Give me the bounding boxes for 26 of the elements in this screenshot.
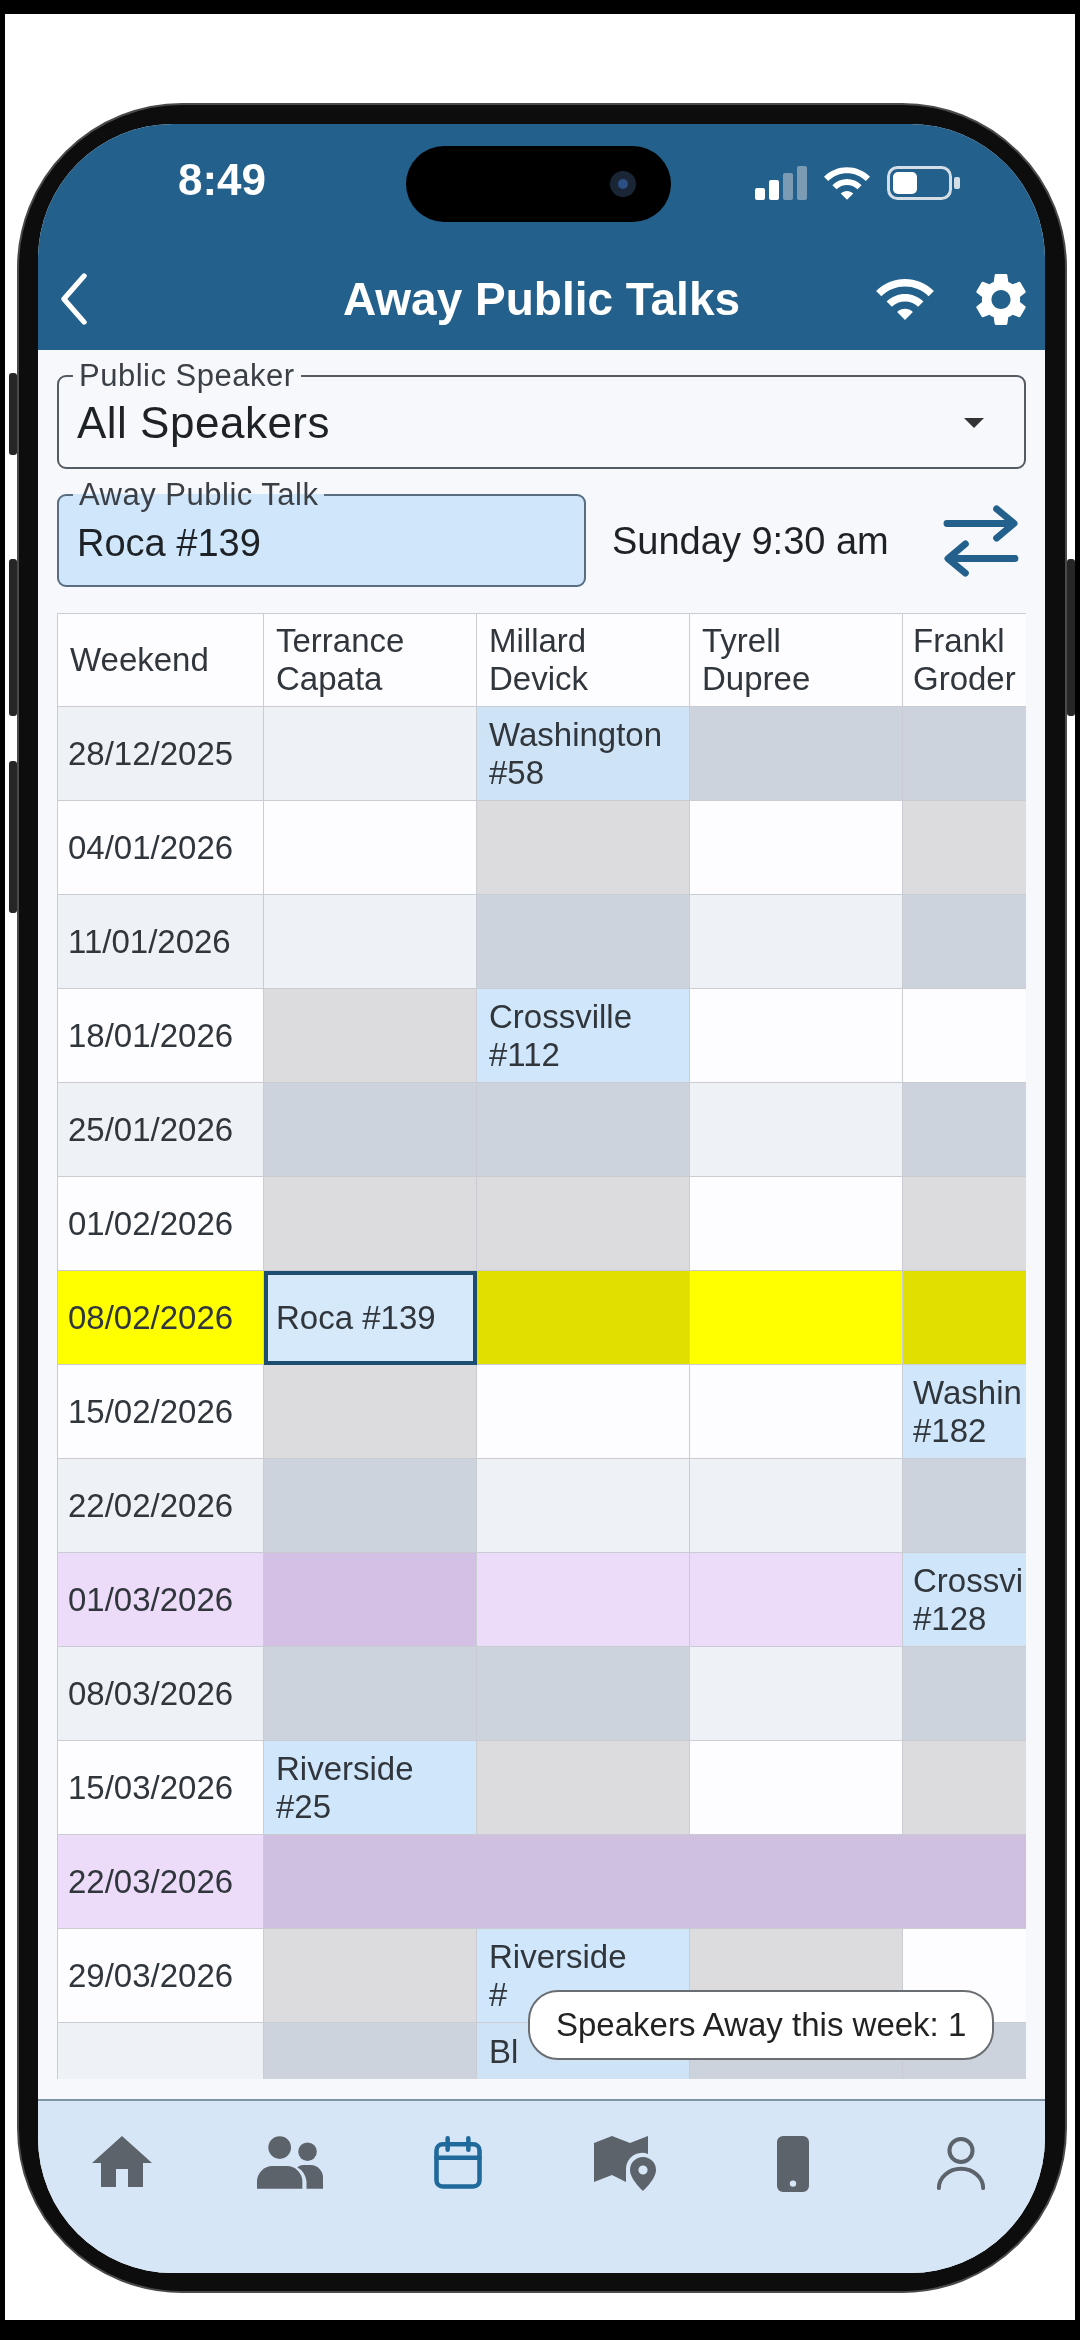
date-cell: 22/03/2026 <box>58 1835 264 1929</box>
date-cell: 25/01/2026 <box>58 1083 264 1177</box>
page-title: Away Public Talks <box>342 272 741 326</box>
date-cell: 11/01/2026 <box>58 895 264 989</box>
date-cell: 29/03/2026 <box>58 1929 264 2023</box>
status-toast: Speakers Away this week: 1 <box>528 1990 995 2060</box>
column-header: Terrance Capata <box>264 614 477 707</box>
field-label: Away Public Talk <box>78 477 320 513</box>
date-cell: 08/03/2026 <box>58 1647 264 1741</box>
talk-text: Bl <box>489 2033 519 2071</box>
column-header: Frankl Groder <box>903 614 1026 707</box>
date-cell: 18/01/2026 <box>58 989 264 1083</box>
status-time: 8:49 <box>177 155 267 205</box>
field-label: Public Speaker <box>78 358 296 394</box>
date-cell: 28/12/2025 <box>58 707 264 801</box>
column-header: Millard Devick <box>477 614 690 707</box>
date-cell: 15/02/2026 <box>58 1365 264 1459</box>
column-header: Weekend <box>58 614 264 707</box>
column-header: Tyrell Dupree <box>690 614 903 707</box>
date-cell: 22/02/2026 <box>58 1459 264 1553</box>
date-cell: 15/03/2026 <box>58 1741 264 1835</box>
date-cell: 01/03/2026 <box>58 1553 264 1647</box>
date-cell: 08/02/2026 <box>58 1271 264 1365</box>
date-cell: 04/01/2026 <box>58 801 264 895</box>
talk-time: Sunday 9:30 am <box>612 519 889 563</box>
date-cell: 01/02/2026 <box>58 1177 264 1271</box>
